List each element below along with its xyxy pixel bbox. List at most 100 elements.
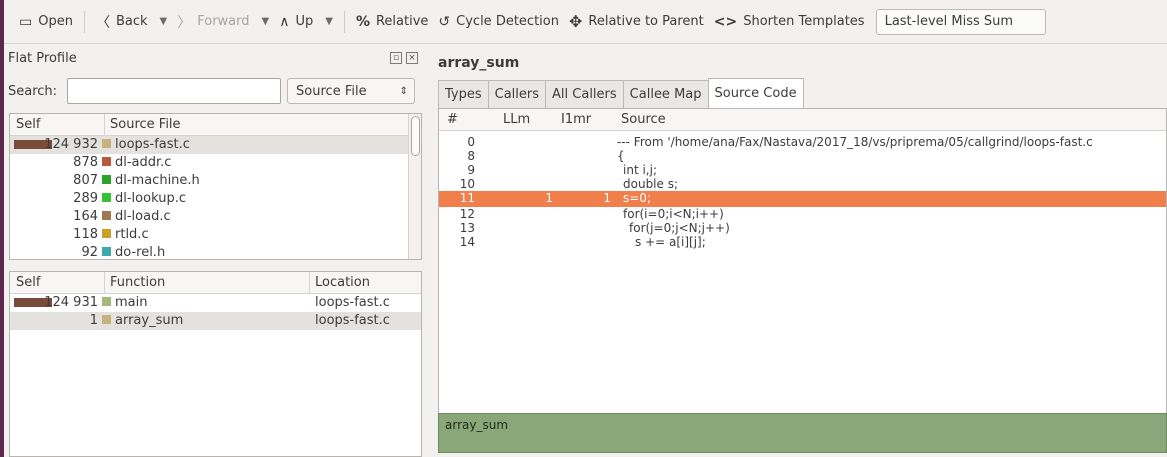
file-name: dl-addr.c: [102, 155, 171, 170]
shorten-templates-toggle[interactable]: <> Shorten Templates: [709, 8, 870, 36]
self-cost: 1: [89, 313, 98, 328]
col-self[interactable]: Self: [16, 117, 40, 132]
event-type-select[interactable]: Last-level Miss Sum: [875, 8, 1046, 35]
self-cost: 878: [73, 155, 98, 170]
function-name: main: [102, 295, 147, 310]
source-text: --- From '/home/ana/Fax/Nastava/2017_18/…: [617, 135, 1093, 149]
color-swatch-icon: [102, 193, 111, 202]
col-source-file[interactable]: Source File: [110, 117, 181, 132]
file-row[interactable]: 92 do-rel.h: [10, 244, 421, 262]
i1mr-value: 1: [603, 191, 611, 205]
line-number: 8: [467, 149, 475, 163]
file-row[interactable]: 124 932 loops-fast.c: [10, 136, 421, 154]
function-list: Self Function Location 124 931 main loops-…: [9, 271, 422, 457]
color-swatch-icon: [102, 139, 111, 148]
tab-source-code[interactable]: Source Code: [707, 78, 804, 108]
source-line[interactable]: 10 double s;: [439, 177, 1166, 191]
source-file-header: Self Source File: [10, 114, 421, 136]
back-button[interactable]: 〈 Back ▼: [91, 8, 172, 36]
function-location: loops-fast.c: [315, 295, 390, 310]
col-function[interactable]: Function: [110, 275, 165, 290]
file-name: rtld.c: [102, 227, 149, 242]
tab-types[interactable]: Types: [438, 80, 489, 108]
source-text: s += a[i][j];: [635, 235, 706, 249]
window-edge: [0, 0, 4, 457]
llm-value: 1: [545, 191, 553, 205]
color-swatch-icon: [102, 157, 111, 166]
color-swatch-icon: [102, 229, 111, 238]
chevron-up-icon: ∧: [279, 13, 290, 30]
chevron-right-icon: 〉: [177, 14, 192, 31]
cycle-icon: ↺: [438, 13, 451, 30]
file-row[interactable]: 878 dl-addr.c: [10, 154, 421, 172]
file-name-text: do-rel.h: [115, 245, 166, 260]
up-dropdown-icon[interactable]: ▼: [325, 16, 333, 27]
line-number: 10: [459, 177, 475, 191]
function-name-text: main: [115, 295, 148, 310]
source-text: {: [617, 149, 625, 163]
relative-to-parent-toggle[interactable]: ✥ Relative to Parent: [564, 8, 709, 36]
source-line[interactable]: 0 --- From '/home/ana/Fax/Nastava/2017_18…: [439, 135, 1166, 149]
source-line[interactable]: 12 for(i=0;i<N;i++): [439, 207, 1166, 221]
flat-profile-header: Flat Profile ▫ ×: [4, 48, 422, 68]
forward-button[interactable]: 〉 Forward ▼: [172, 8, 274, 36]
col-line[interactable]: #: [447, 112, 458, 127]
col-source[interactable]: Source: [621, 112, 666, 127]
file-name-text: dl-load.c: [115, 209, 171, 224]
col-i1mr[interactable]: I1mr: [561, 112, 591, 127]
cycle-detection-toggle[interactable]: ↺ Cycle Detection: [433, 8, 564, 36]
self-cost: 124 931: [44, 295, 98, 310]
source-text: int i,j;: [623, 163, 657, 177]
forward-dropdown-icon[interactable]: ▼: [262, 16, 270, 27]
source-line[interactable]: 14 s += a[i][j];: [439, 235, 1166, 249]
up-button[interactable]: ∧ Up ▼: [274, 8, 338, 36]
source-text: s=0;: [623, 191, 651, 205]
file-name-text: dl-machine.h: [115, 173, 200, 188]
scrollbar[interactable]: [408, 114, 421, 259]
color-swatch-icon: [102, 297, 111, 306]
col-llm[interactable]: LLm: [503, 112, 530, 127]
source-text: double s;: [623, 177, 679, 191]
tab-callee-map[interactable]: Callee Map: [622, 80, 709, 108]
file-row[interactable]: 289 dl-lookup.c: [10, 190, 421, 208]
file-name-text: dl-addr.c: [115, 155, 172, 170]
source-line[interactable]: 11 1 1 s=0;: [439, 191, 1166, 207]
col-location[interactable]: Location: [315, 275, 370, 290]
tab-callers[interactable]: Callers: [487, 80, 547, 108]
source-line[interactable]: 8{: [439, 149, 1166, 163]
self-cost: 118: [73, 227, 98, 242]
color-swatch-icon: [102, 315, 111, 324]
open-button[interactable]: ▭ Open: [14, 8, 78, 36]
file-name-text: rtld.c: [115, 227, 149, 242]
source-line[interactable]: 9 int i,j;: [439, 163, 1166, 177]
search-input[interactable]: [67, 78, 282, 104]
line-number: 11: [459, 191, 475, 205]
scroll-thumb[interactable]: [411, 116, 420, 156]
file-row[interactable]: 118 rtld.c: [10, 226, 421, 244]
col-self[interactable]: Self: [16, 275, 40, 290]
file-row[interactable]: 164 dl-load.c: [10, 208, 421, 226]
source-text: for(i=0;i<N;i++): [623, 207, 724, 221]
file-row[interactable]: 807 dl-machine.h: [10, 172, 421, 190]
color-swatch-icon: [102, 175, 111, 184]
search-row: Search: Source File ⇕: [4, 77, 422, 105]
function-row[interactable]: 1 array_sum loops-fast.c: [10, 312, 421, 330]
function-row[interactable]: 124 931 main loops-fast.c: [10, 294, 421, 312]
function-name-text: array_sum: [115, 313, 184, 328]
relative-toggle[interactable]: % Relative: [351, 8, 433, 36]
file-name-text: loops-fast.c: [115, 137, 190, 152]
percent-icon: %: [355, 13, 370, 30]
color-swatch-icon: [102, 211, 111, 220]
grouping-select[interactable]: Source File ⇕: [287, 78, 416, 104]
source-line[interactable]: 13 for(j=0;j<N;j++): [439, 221, 1166, 235]
close-dock-icon[interactable]: ×: [406, 52, 418, 64]
selected-function-title: array_sum: [438, 55, 520, 71]
toolbar-separator: [83, 10, 85, 33]
tab-all-callers[interactable]: All Callers: [545, 80, 624, 108]
function-header: Self Function Location: [10, 272, 421, 294]
self-cost: 164: [73, 209, 98, 224]
back-dropdown-icon[interactable]: ▼: [160, 16, 168, 27]
angle-brackets-icon: <>: [713, 13, 738, 30]
float-dock-icon[interactable]: ▫: [390, 52, 402, 64]
call-info-panel: array_sum: [438, 413, 1167, 453]
